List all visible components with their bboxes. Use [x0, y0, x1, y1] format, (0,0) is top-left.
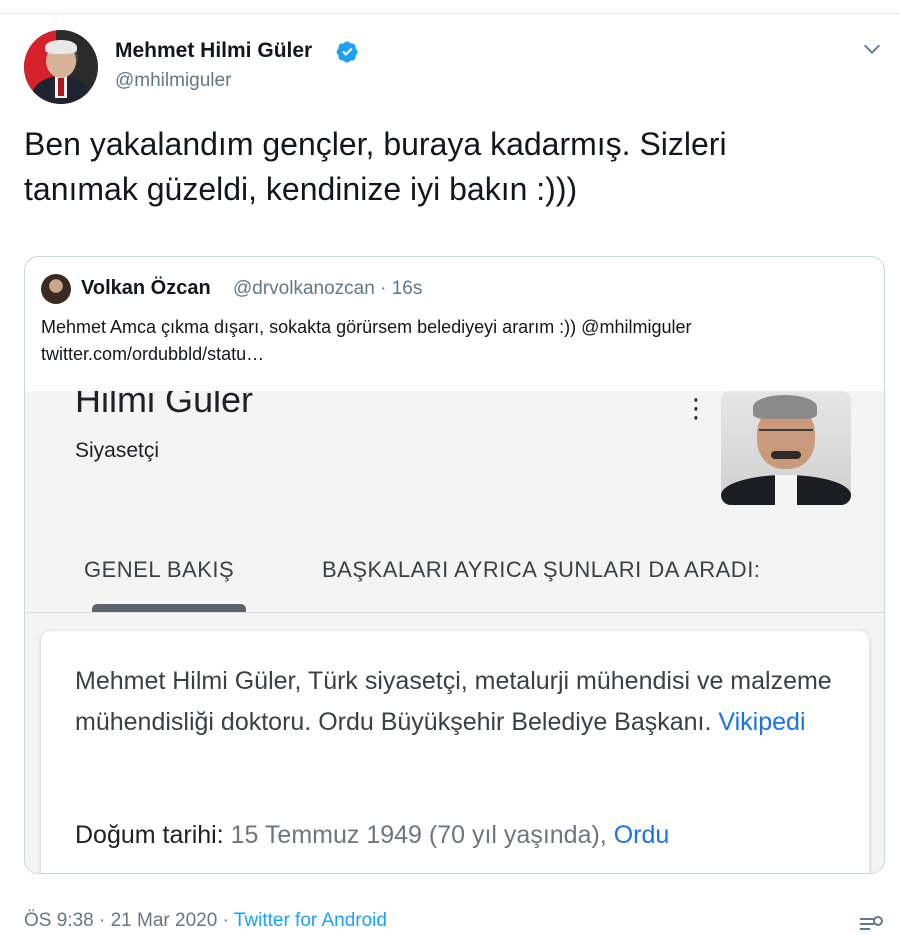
quoted-screenshot-image[interactable]: Hilmi Güler ⋮ Siyasetçi GENEL BAKIŞ BAŞK… [25, 391, 884, 873]
quoted-author-avatar[interactable] [41, 274, 71, 304]
tab-divider [25, 612, 884, 613]
wikipedia-link: Vikipedi [718, 708, 806, 736]
knowledge-panel-description: Mehmet Hilmi Güler, Türk siyasetçi, meta… [75, 661, 855, 743]
analytics-icon[interactable] [858, 913, 884, 935]
tweet-footer: ÖS 9:38 · 21 Mar 2020 · Twitter for Andr… [24, 910, 387, 932]
quoted-tweet-text: Mehmet Amca çıkma dışarı, sokakta görürs… [41, 317, 692, 364]
tab-overview: GENEL BAKIŞ [84, 557, 235, 582]
verified-badge-icon [336, 41, 358, 63]
birth-place-link: Ordu [613, 821, 670, 849]
tweet-timestamp[interactable]: ÖS 9:38 · 21 Mar 2020 · [24, 910, 229, 931]
chevron-down-icon[interactable] [861, 38, 883, 60]
tab-related-searches: BAŞKALARI AYRICA ŞUNLARI DA ARADI: [322, 557, 761, 582]
portrait-photo [721, 391, 851, 505]
top-divider [0, 13, 900, 14]
quoted-tweet-card[interactable]: Volkan Özcan @drvolkanozcan · 16s Mehmet… [24, 256, 885, 874]
quoted-author-name[interactable]: Volkan Özcan [81, 277, 211, 300]
quoted-author-meta: @drvolkanozcan · 16s [233, 278, 423, 299]
birth-label: Doğum tarihi: [75, 821, 224, 849]
author-name[interactable]: Mehmet Hilmi Güler [115, 39, 312, 63]
more-vert-icon: ⋮ [683, 393, 709, 423]
author-handle[interactable]: @mhilmiguler [115, 70, 231, 92]
birth-date-row: Doğum tarihi: 15 Temmuz 1949 (70 yıl yaş… [75, 821, 669, 850]
knowledge-panel-card: Mehmet Hilmi Güler, Türk siyasetçi, meta… [41, 631, 869, 873]
tweet-text: Ben yakalandım gençler, buraya kadarmış.… [24, 126, 727, 207]
knowledge-panel-title: Hilmi Güler [75, 391, 254, 420]
knowledge-panel-subtitle: Siyasetçi [75, 439, 160, 462]
birth-value: 15 Temmuz 1949 (70 yıl yaşında), [230, 821, 607, 849]
tweet-source-link[interactable]: Twitter for Android [234, 910, 387, 931]
author-avatar[interactable] [24, 30, 98, 104]
